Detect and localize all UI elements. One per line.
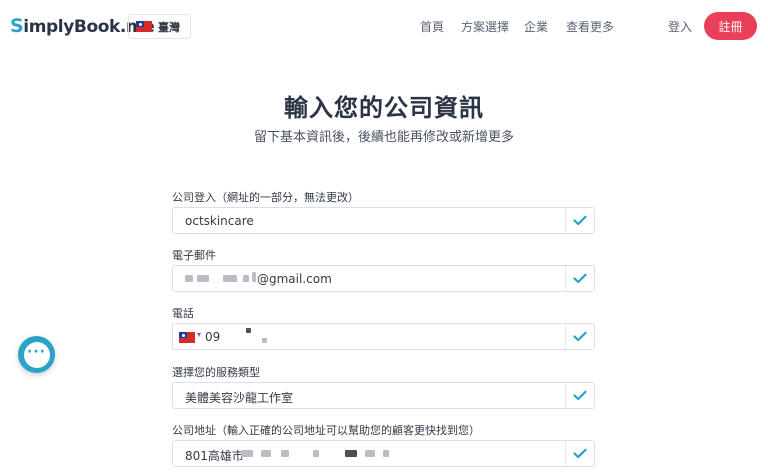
address-label: 公司地址（輸入正確的公司地址可以幫助您的顧客更快找到您） [172, 424, 480, 437]
redacted-text [365, 450, 375, 457]
check-icon [565, 266, 594, 291]
nav-home[interactable]: 首頁 [420, 18, 444, 35]
phone-label: 電話 [172, 307, 194, 320]
email-label: 電子郵件 [172, 249, 216, 262]
company-login-value: octskincare [185, 214, 254, 228]
page-subtitle: 留下基本資訊後，後續也能再修改或新增更多 [253, 130, 514, 145]
email-value: @gmail.com [257, 272, 332, 286]
nav-plans[interactable]: 方案選擇 [461, 18, 509, 35]
check-icon [565, 383, 594, 408]
redacted-text [261, 450, 271, 457]
redacted-text [345, 450, 357, 457]
redacted-text [185, 275, 193, 282]
flag-tw-icon[interactable] [179, 332, 195, 343]
redacted-text [197, 275, 209, 282]
address-value: 801高雄市 [185, 449, 244, 463]
service-type-label: 選擇您的服務類型 [172, 366, 260, 379]
redacted-text [246, 328, 251, 333]
page-title: 輸入您的公司資訊 [284, 94, 484, 122]
chevron-down-icon[interactable]: ▾ [197, 330, 201, 339]
redacted-text [252, 272, 256, 282]
phone-field[interactable]: ▾ 09 [172, 323, 595, 350]
phone-value: 09 [205, 330, 221, 344]
redacted-text [313, 450, 319, 457]
company-login-field[interactable]: octskincare [172, 207, 595, 234]
nav-enterprise[interactable]: 企業 [524, 18, 548, 35]
login-link[interactable]: 登入 [668, 18, 692, 35]
email-field[interactable]: @gmail.com [172, 265, 595, 292]
nav-more[interactable]: 查看更多 [566, 18, 614, 35]
language-label: 臺灣 [158, 20, 180, 34]
service-type-value: 美體美容沙龍工作室 [185, 391, 294, 405]
flag-tw-icon [136, 21, 152, 32]
signup-button[interactable]: 註冊 [704, 12, 757, 40]
company-login-label: 公司登入（網址的一部分，無法更改） [172, 191, 359, 204]
chat-button[interactable]: ··· [18, 336, 55, 373]
redacted-text [383, 450, 389, 457]
redacted-text [243, 275, 249, 282]
chat-icon: ··· [23, 341, 50, 368]
redacted-text [281, 450, 289, 457]
check-icon [565, 208, 594, 233]
language-selector[interactable]: 臺灣 [128, 14, 191, 39]
top-header: SimplyBook.me 臺灣 首頁 方案選擇 企業 查看更多 登入 註冊 [0, 0, 768, 52]
check-icon [565, 324, 594, 349]
check-icon [565, 441, 594, 466]
redacted-text [241, 450, 253, 457]
address-field[interactable]: 801高雄市 [172, 440, 595, 467]
redacted-text [262, 338, 267, 343]
redacted-text [223, 275, 237, 282]
service-type-field[interactable]: 美體美容沙龍工作室 [172, 382, 595, 409]
